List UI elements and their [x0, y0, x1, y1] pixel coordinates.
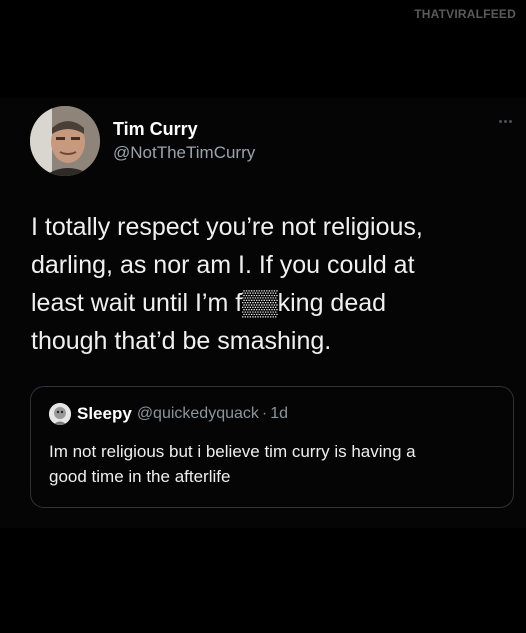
- profile-photo-icon: [30, 106, 100, 176]
- quoted-author-handle[interactable]: @quickedyquack: [137, 405, 259, 423]
- profile-photo-icon: [49, 403, 71, 425]
- tweet-text: I totally respect you’re not religious, …: [31, 213, 423, 355]
- quoted-tweet-header: Sleepy @quickedyquack · 1d: [49, 403, 288, 425]
- quoted-tweet-time[interactable]: 1d: [270, 405, 288, 423]
- quoted-author-avatar[interactable]: [49, 403, 71, 425]
- more-dots-icon[interactable]: [499, 120, 512, 123]
- author-info: Tim Curry @NotTheTimCurry: [113, 118, 255, 164]
- quoted-author-name[interactable]: Sleepy: [77, 404, 132, 424]
- dot-separator: ·: [261, 405, 268, 422]
- quoted-tweet[interactable]: Sleepy @quickedyquack · 1d Im not religi…: [30, 386, 514, 508]
- author-avatar[interactable]: [30, 106, 100, 176]
- tweet-card: Tim Curry @NotTheTimCurry I totally resp…: [0, 98, 526, 528]
- watermark: THATVIRALFEED: [414, 7, 516, 21]
- author-name[interactable]: Tim Curry: [113, 118, 255, 140]
- author-handle[interactable]: @NotTheTimCurry: [113, 142, 255, 164]
- quoted-tweet-text: Im not religious but i believe tim curry…: [49, 442, 416, 486]
